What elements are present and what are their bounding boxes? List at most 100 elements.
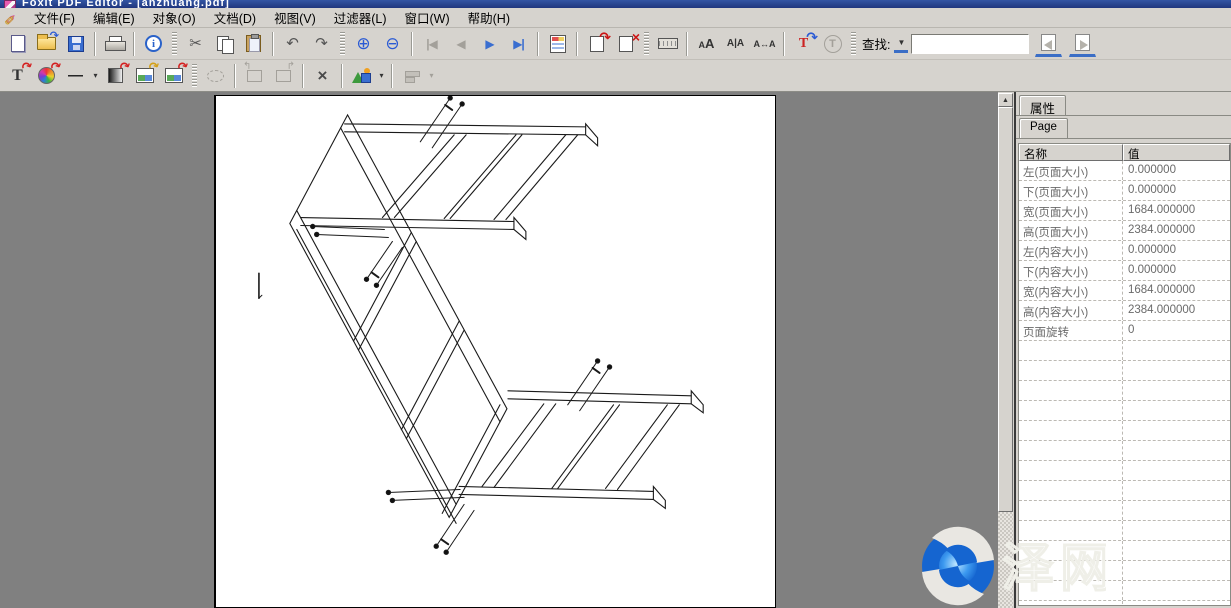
- scrollbar-track[interactable]: [998, 512, 1013, 608]
- redo-button[interactable]: ↷: [308, 31, 335, 57]
- property-value[interactable]: [1123, 401, 1230, 420]
- property-row[interactable]: 左(页面大小)0.000000: [1019, 161, 1230, 181]
- delete-page-button[interactable]: ×: [612, 31, 639, 57]
- property-row[interactable]: [1019, 561, 1230, 581]
- property-value[interactable]: 0.000000: [1123, 241, 1230, 260]
- tab-page[interactable]: Page: [1019, 118, 1068, 138]
- previous-page-button[interactable]: ◀: [447, 31, 474, 57]
- property-value[interactable]: [1123, 601, 1230, 606]
- cut-button[interactable]: ✂: [182, 31, 209, 57]
- menu-item-4[interactable]: 文档(D): [205, 6, 265, 29]
- last-page-button[interactable]: ▶|: [505, 31, 532, 57]
- property-row[interactable]: [1019, 601, 1230, 606]
- property-row[interactable]: [1019, 341, 1230, 361]
- property-value[interactable]: 0.000000: [1123, 161, 1230, 180]
- shapes-dropdown[interactable]: ▾: [376, 71, 387, 80]
- property-row[interactable]: 宽(页面大小)1684.000000: [1019, 201, 1230, 221]
- rotate-object-left-button[interactable]: [241, 63, 268, 89]
- print-button[interactable]: [101, 31, 128, 57]
- vertical-scrollbar[interactable]: ▲: [998, 92, 1014, 608]
- menu-item-6[interactable]: 过滤器(L): [325, 6, 396, 29]
- zoom-out-button[interactable]: ⊖: [379, 31, 406, 57]
- property-value[interactable]: 0: [1123, 321, 1230, 340]
- rotate-page-button[interactable]: ↷: [583, 31, 610, 57]
- property-row[interactable]: [1019, 481, 1230, 501]
- page-properties-button[interactable]: [544, 31, 571, 57]
- line-tool-button[interactable]: —: [62, 63, 89, 89]
- font-spacing-button[interactable]: A↔A: [751, 31, 778, 57]
- property-value[interactable]: [1123, 481, 1230, 500]
- property-value[interactable]: [1123, 561, 1230, 580]
- property-value[interactable]: [1123, 421, 1230, 440]
- add-text-object-button[interactable]: T↷: [4, 63, 31, 89]
- property-value[interactable]: [1123, 521, 1230, 540]
- property-value[interactable]: [1123, 581, 1230, 600]
- menu-item-2[interactable]: 编辑(E): [84, 6, 144, 29]
- property-value[interactable]: [1123, 361, 1230, 380]
- save-button[interactable]: [62, 31, 89, 57]
- property-row[interactable]: [1019, 521, 1230, 541]
- keyboard-button[interactable]: [654, 31, 681, 57]
- toolbar-grip[interactable]: [851, 32, 856, 56]
- property-row[interactable]: 左(内容大小)0.000000: [1019, 241, 1230, 261]
- property-value[interactable]: 2384.000000: [1123, 221, 1230, 240]
- scroll-up-button[interactable]: ▲: [998, 93, 1013, 107]
- property-value[interactable]: 0.000000: [1123, 181, 1230, 200]
- property-row[interactable]: [1019, 461, 1230, 481]
- property-value[interactable]: [1123, 441, 1230, 460]
- property-value[interactable]: 1684.000000: [1123, 201, 1230, 220]
- property-row[interactable]: [1019, 361, 1230, 381]
- delete-object-button[interactable]: ×: [309, 63, 336, 89]
- property-row[interactable]: [1019, 381, 1230, 401]
- add-image-button[interactable]: ↷: [160, 63, 187, 89]
- open-button[interactable]: [33, 31, 60, 57]
- line-tool-dropdown[interactable]: ▾: [90, 71, 101, 80]
- toolbar-grip[interactable]: [192, 64, 197, 88]
- zoom-in-button[interactable]: ⊕: [350, 31, 377, 57]
- copy-button[interactable]: [211, 31, 238, 57]
- match-font-button[interactable]: A|A: [722, 31, 749, 57]
- find-next-button[interactable]: [1069, 31, 1096, 57]
- property-row[interactable]: [1019, 441, 1230, 461]
- first-page-button[interactable]: |◀: [418, 31, 445, 57]
- menu-item-8[interactable]: 帮助(H): [459, 6, 519, 29]
- property-value[interactable]: 0.000000: [1123, 261, 1230, 280]
- shading-tool-button[interactable]: ↷: [102, 63, 129, 89]
- menu-item-1[interactable]: 文件(F): [25, 6, 84, 29]
- document-info-button[interactable]: i: [140, 31, 167, 57]
- new-document-button[interactable]: [4, 31, 31, 57]
- property-value[interactable]: 1684.000000: [1123, 281, 1230, 300]
- property-row[interactable]: [1019, 501, 1230, 521]
- menu-item-3[interactable]: 对象(O): [144, 6, 205, 29]
- property-value[interactable]: [1123, 381, 1230, 400]
- align-dropdown[interactable]: ▾: [426, 71, 437, 80]
- property-row[interactable]: [1019, 421, 1230, 441]
- property-value[interactable]: [1123, 541, 1230, 560]
- shapes-tool-button[interactable]: [348, 63, 375, 89]
- color-tool-button[interactable]: ↷: [33, 63, 60, 89]
- menu-item-7[interactable]: 窗口(W): [396, 6, 459, 29]
- property-value[interactable]: 2384.000000: [1123, 301, 1230, 320]
- property-row[interactable]: 高(内容大小)2384.000000: [1019, 301, 1230, 321]
- lasso-select-button[interactable]: [202, 63, 229, 89]
- menu-item-5[interactable]: 视图(V): [265, 6, 325, 29]
- insert-text-button[interactable]: T↷: [790, 31, 817, 57]
- property-row[interactable]: 页面旋转0: [1019, 321, 1230, 341]
- find-dropdown[interactable]: ▼: [894, 35, 908, 53]
- column-header-value[interactable]: 值: [1123, 144, 1230, 161]
- undo-button[interactable]: ↶: [279, 31, 306, 57]
- align-tool-button[interactable]: [398, 63, 425, 89]
- edit-image-button[interactable]: ↷: [131, 63, 158, 89]
- toolbar-grip[interactable]: [644, 32, 649, 56]
- scrollbar-thumb[interactable]: [998, 107, 1013, 512]
- property-value[interactable]: [1123, 461, 1230, 480]
- property-row[interactable]: [1019, 581, 1230, 601]
- property-row[interactable]: 下(内容大小)0.000000: [1019, 261, 1230, 281]
- rotate-object-right-button[interactable]: [270, 63, 297, 89]
- property-value[interactable]: [1123, 501, 1230, 520]
- document-menu-icon[interactable]: ✎: [4, 10, 19, 26]
- property-row[interactable]: [1019, 401, 1230, 421]
- find-previous-button[interactable]: [1035, 31, 1062, 57]
- toolbar-grip[interactable]: [340, 32, 345, 56]
- property-row[interactable]: 下(页面大小)0.000000: [1019, 181, 1230, 201]
